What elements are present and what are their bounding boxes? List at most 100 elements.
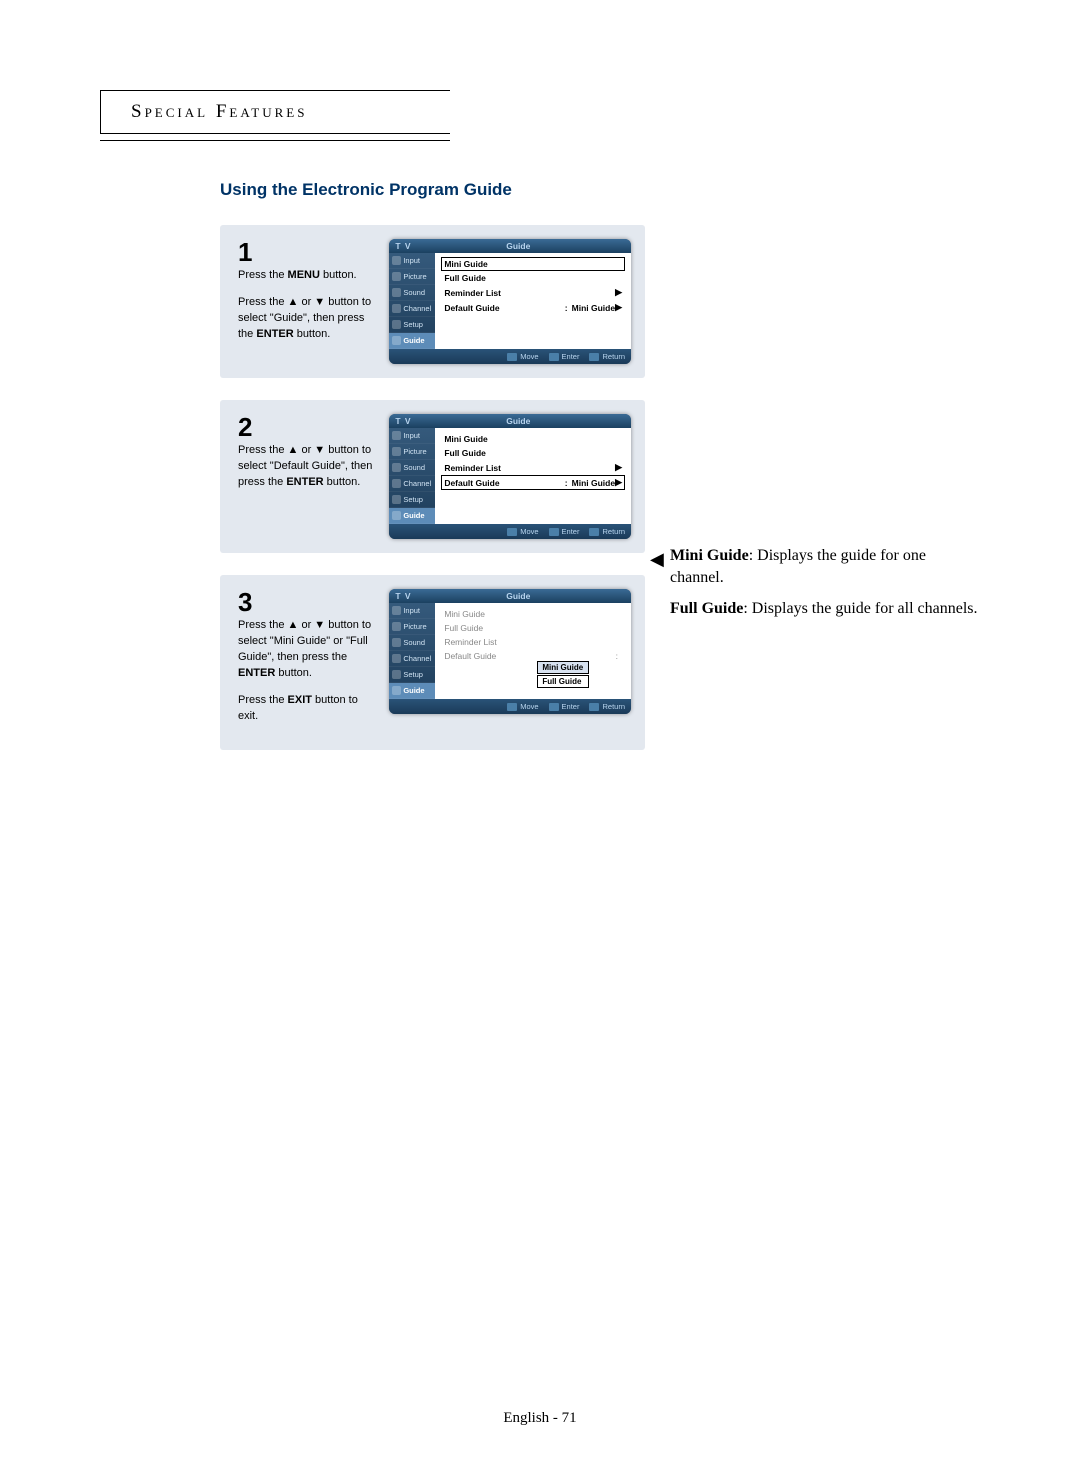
- osd-row-label: Reminder List: [444, 288, 615, 298]
- menu-icon: [392, 272, 401, 281]
- chevron-right-icon: ▶: [615, 287, 622, 298]
- osd-sidebar-item: Sound: [389, 460, 435, 476]
- osd-sidebar-label: Setup: [403, 495, 423, 504]
- osd-sidebar-label: Channel: [403, 654, 431, 663]
- instruction-text: Press the ▲ or ▼ button to select "Defau…: [238, 443, 379, 491]
- page-footer: English - 71: [0, 1410, 1080, 1427]
- osd-sidebar-label: Input: [403, 606, 420, 615]
- osd-main: Mini GuideFull GuideReminder ListDefault…: [435, 603, 631, 699]
- menu-icon: [392, 447, 401, 456]
- osd-sidebar-label: Picture: [403, 272, 426, 281]
- osd-sidebar-item: Guide: [389, 683, 435, 699]
- instruction-text: Press the MENU button.: [238, 268, 379, 284]
- osd-row-label: Default Guide: [444, 303, 560, 313]
- osd-row-label: Mini Guide: [444, 434, 622, 444]
- instruction-text: Press the EXIT button to exit.: [238, 693, 379, 725]
- aside-note: ◀ Mini Guide: Displays the guide for one…: [670, 545, 980, 630]
- osd-footer-hint: Return: [589, 702, 625, 711]
- osd-sidebar-item: Setup: [389, 492, 435, 508]
- osd-row-label: Mini Guide: [444, 609, 622, 619]
- aside-item: Full Guide: Displays the guide for all c…: [670, 598, 980, 620]
- osd-sidebar-item: Channel: [389, 476, 435, 492]
- menu-icon: [392, 686, 401, 695]
- osd-sidebar: Input Picture SoundChannel Setup Guide: [389, 428, 435, 524]
- step-number: 2: [238, 414, 379, 440]
- instruction-text: Press the ▲ or ▼ button to select "Guide…: [238, 295, 379, 343]
- osd-row: Default Guide:Mini Guide▶: [441, 475, 625, 490]
- osd-sidebar-item: Picture: [389, 619, 435, 635]
- osd-row: Full Guide: [441, 621, 625, 635]
- menu-icon: [392, 511, 401, 520]
- page-title: Using the Electronic Program Guide: [220, 180, 1000, 200]
- osd-title: Guide: [412, 591, 625, 601]
- osd-row: Reminder List▶: [441, 460, 625, 475]
- osd-row-label: Full Guide: [444, 623, 622, 633]
- hint-icon: [507, 528, 517, 536]
- osd-sidebar-label: Guide: [403, 336, 424, 345]
- hint-icon: [549, 703, 559, 711]
- osd-footer: MoveEnterReturn: [389, 524, 631, 539]
- step-instructions: 1Press the MENU button.Press the ▲ or ▼ …: [238, 239, 389, 354]
- osd-row-value: Mini Guide: [572, 303, 615, 313]
- osd-sidebar-item: Sound: [389, 285, 435, 301]
- osd-screenshot: T VGuideInputPictureSoundChannelSetupGui…: [389, 414, 631, 539]
- osd-row-label: Full Guide: [444, 448, 622, 458]
- triangle-left-icon: ◀: [650, 547, 664, 571]
- hint-icon: [549, 528, 559, 536]
- osd-row-value: Mini Guide: [572, 478, 615, 488]
- osd-row: Mini Guide: [441, 607, 625, 621]
- step-number: 3: [238, 589, 379, 615]
- osd-row: Reminder List: [441, 635, 625, 649]
- osd-row-label: Mini Guide: [444, 259, 622, 269]
- osd-sidebar-label: Setup: [403, 670, 423, 679]
- osd-row-label: Default Guide: [444, 651, 611, 661]
- osd-row-label: Reminder List: [444, 637, 622, 647]
- osd-footer: MoveEnterReturn: [389, 349, 631, 364]
- osd-sidebar-label: Picture: [403, 622, 426, 631]
- osd-sidebar-label: Guide: [403, 511, 424, 520]
- osd-footer-hint: Move: [507, 702, 538, 711]
- step-instructions: 3Press the ▲ or ▼ button to select "Mini…: [238, 589, 389, 736]
- chevron-right-icon: ▶: [615, 477, 622, 488]
- menu-icon: [392, 320, 401, 329]
- osd-row: Mini Guide: [441, 257, 625, 271]
- menu-icon: [392, 622, 401, 631]
- osd-row: Full Guide: [441, 271, 625, 285]
- menu-icon: [392, 463, 401, 472]
- osd-sidebar-item: Input: [389, 428, 435, 444]
- hint-icon: [589, 353, 599, 361]
- osd-main: Mini Guide Full Guide Reminder List▶ Defaul…: [435, 253, 631, 349]
- menu-icon: [392, 256, 401, 265]
- osd-sidebar-label: Sound: [403, 638, 425, 647]
- section-header-label: Special Features: [131, 101, 307, 122]
- step-2: 2 Press the ▲ or ▼ button to select "Defa…: [220, 400, 645, 553]
- osd-footer-hint: Enter: [549, 527, 580, 536]
- osd-row: Default Guide:Mini Guide▶: [441, 300, 625, 315]
- osd-main: Mini Guide Full Guide Reminder List▶Defaul…: [435, 428, 631, 524]
- menu-icon: [392, 654, 401, 663]
- osd-sidebar-label: Picture: [403, 447, 426, 456]
- osd-footer: MoveEnterReturn: [389, 699, 631, 714]
- step-1: 1Press the MENU button.Press the ▲ or ▼ …: [220, 225, 645, 378]
- osd-row: Default Guide:: [441, 649, 625, 663]
- osd-sidebar-item: Channel: [389, 301, 435, 317]
- osd-sidebar-item: Input: [389, 603, 435, 619]
- osd-tv-label: T V: [395, 591, 411, 601]
- osd-sidebar: Input Picture Sound Channel Setup Guide: [389, 603, 435, 699]
- osd-submenu-item: Mini Guide: [537, 661, 589, 674]
- osd-screenshot: T VGuideInputPictureSoundChannelSetupGui…: [389, 239, 631, 364]
- hint-icon: [549, 353, 559, 361]
- osd-row: Mini Guide: [441, 432, 625, 446]
- osd-submenu-item: Full Guide: [537, 675, 589, 688]
- osd-sidebar-label: Input: [403, 431, 420, 440]
- osd-sidebar-item: Input: [389, 253, 435, 269]
- menu-icon: [392, 431, 401, 440]
- osd-sidebar-label: Sound: [403, 288, 425, 297]
- osd-sidebar-label: Input: [403, 256, 420, 265]
- menu-icon: [392, 479, 401, 488]
- section-header: Special Features: [100, 90, 450, 134]
- osd-row-label: Full Guide: [444, 273, 622, 283]
- aside-item-text: : Displays the guide for all channels.: [743, 600, 977, 617]
- menu-icon: [392, 336, 401, 345]
- osd-row-label: Reminder List: [444, 463, 615, 473]
